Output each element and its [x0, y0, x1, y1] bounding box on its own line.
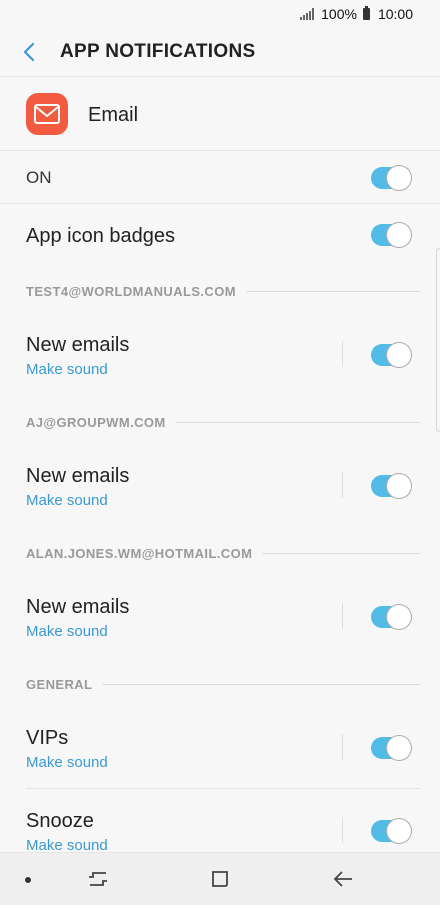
vips-subtitle: Make sound — [26, 754, 108, 771]
new-emails-title: New emails — [26, 465, 130, 487]
vips-row[interactable]: VIPs Make sound — [0, 713, 440, 788]
section-header-label: TEST4@WORLDMANUALS.COM — [26, 283, 236, 299]
section-header-label: AJ@GROUPWM.COM — [26, 414, 166, 430]
snooze-title: Snooze — [26, 810, 94, 832]
app-bar: APP NOTIFICATIONS — [0, 28, 440, 77]
master-switch-label: ON — [26, 168, 52, 187]
app-info-row: Email — [0, 77, 440, 151]
new-emails-title: New emails — [26, 596, 130, 618]
app-icon-badges-row[interactable]: App icon badges — [0, 204, 440, 266]
new-emails-subtitle: Make sound — [26, 361, 108, 378]
app-icon-badges-label: App icon badges — [26, 225, 176, 247]
account-2-new-emails-toggle[interactable] — [371, 474, 411, 498]
section-header-label: GENERAL — [26, 676, 93, 692]
section-header-account-2: AJ@GROUPWM.COM — [26, 412, 420, 432]
master-toggle[interactable] — [371, 166, 411, 190]
battery-icon — [362, 6, 370, 20]
account-3-new-emails-toggle[interactable] — [371, 605, 411, 629]
section-header-general: GENERAL — [26, 674, 420, 694]
scrollbar[interactable] — [436, 248, 440, 432]
divider — [342, 472, 343, 498]
back-arrow-icon[interactable] — [18, 40, 42, 64]
snooze-toggle[interactable] — [371, 819, 411, 843]
battery-percent: 100% — [321, 6, 357, 22]
page-title: APP NOTIFICATIONS — [60, 41, 256, 62]
divider — [342, 817, 343, 843]
section-header-account-1: TEST4@WORLDMANUALS.COM — [26, 281, 420, 301]
email-app-icon — [26, 93, 68, 135]
clock: 10:00 — [377, 6, 413, 22]
divider — [342, 341, 343, 367]
master-switch-row[interactable]: ON — [0, 151, 440, 204]
home-icon[interactable] — [208, 867, 232, 891]
app-icon-badges-toggle[interactable] — [371, 223, 411, 247]
vips-toggle[interactable] — [371, 736, 411, 760]
back-icon[interactable] — [331, 867, 355, 891]
divider — [342, 603, 343, 629]
signal-icon — [300, 8, 315, 20]
account-2-new-emails-row[interactable]: New emails Make sound — [0, 451, 440, 523]
new-emails-subtitle: Make sound — [26, 492, 108, 509]
vips-title: VIPs — [26, 727, 69, 749]
nav-dot-icon — [25, 877, 31, 883]
account-1-new-emails-row[interactable]: New emails Make sound — [0, 320, 440, 392]
row-divider — [26, 788, 420, 789]
account-3-new-emails-row[interactable]: New emails Make sound — [0, 582, 440, 654]
recent-apps-icon[interactable] — [86, 867, 110, 891]
snooze-row[interactable]: Snooze Make sound — [0, 796, 440, 854]
navigation-bar — [0, 852, 440, 905]
new-emails-subtitle: Make sound — [26, 623, 108, 640]
new-emails-title: New emails — [26, 334, 130, 356]
app-name: Email — [88, 104, 139, 126]
status-bar: 100% 10:00 — [0, 0, 440, 28]
divider — [342, 734, 343, 760]
account-1-new-emails-toggle[interactable] — [371, 343, 411, 367]
section-header-label: ALAN.JONES.WM@HOTMAIL.COM — [26, 545, 253, 561]
section-header-account-3: ALAN.JONES.WM@HOTMAIL.COM — [26, 543, 420, 563]
